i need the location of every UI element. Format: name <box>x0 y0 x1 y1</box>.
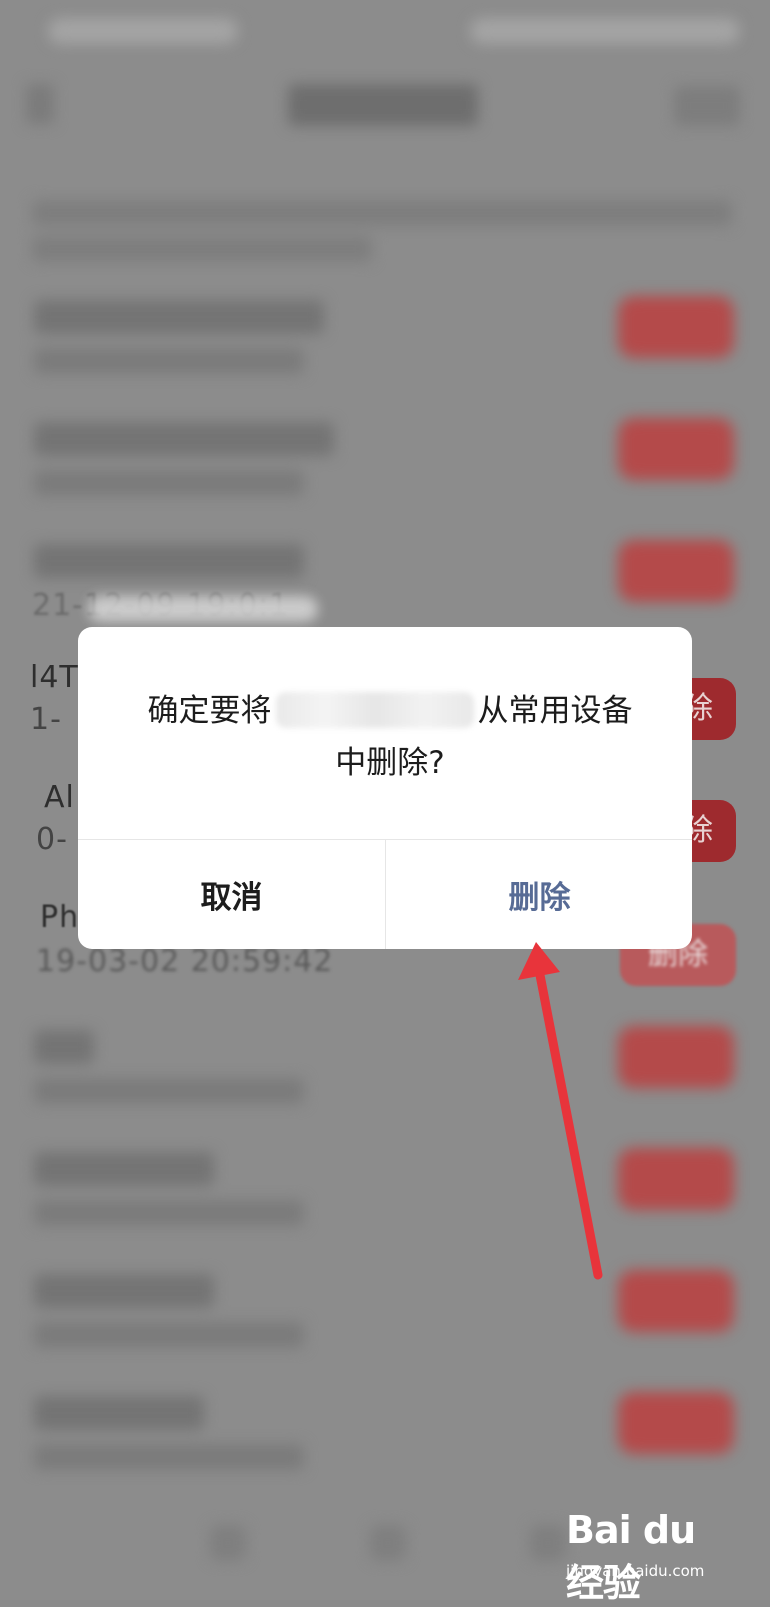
delete-button[interactable] <box>618 418 734 480</box>
dialog-message-suffix: 从常用设备 <box>477 693 633 729</box>
device-row <box>0 1020 770 1140</box>
baidu-jingyan-logo: Bai du 经验 jingyan.baidu.com <box>552 1500 732 1605</box>
page-description <box>32 200 732 226</box>
device-name <box>34 1396 204 1430</box>
device-time: 19-03-02 20:59:42 <box>36 944 334 979</box>
device-name: Al <box>44 780 75 815</box>
delete-button[interactable] <box>618 1392 734 1454</box>
device-name <box>34 1030 94 1064</box>
device-row <box>0 290 770 410</box>
delete-button[interactable] <box>618 1148 734 1210</box>
cancel-button[interactable]: 取消 <box>78 840 385 949</box>
device-name <box>34 544 304 578</box>
delete-button[interactable] <box>618 540 734 602</box>
device-row <box>0 1386 770 1506</box>
device-row <box>0 412 770 532</box>
device-name <box>34 1152 214 1186</box>
device-time: 1- <box>30 702 62 737</box>
device-row <box>0 1142 770 1262</box>
device-time: 0- <box>36 822 68 857</box>
back-icon[interactable] <box>26 84 54 124</box>
redaction-smear <box>88 596 318 622</box>
device-name <box>34 300 324 334</box>
toolbar-icon[interactable] <box>210 1525 246 1561</box>
device-time <box>34 1200 304 1226</box>
status-bar-indicators <box>470 18 740 44</box>
device-name: l4T <box>30 660 79 695</box>
dialog-message-line2: 中删除? <box>335 745 445 781</box>
page-title <box>288 84 478 126</box>
device-time <box>34 1444 304 1470</box>
device-row <box>0 1264 770 1384</box>
delete-button[interactable] <box>618 1270 734 1332</box>
delete-button[interactable] <box>618 296 734 358</box>
status-bar <box>0 0 770 60</box>
watermark-logo-text: Bai du 经验 <box>566 1508 696 1605</box>
watermark-url: jingyan.baidu.com <box>566 1562 705 1580</box>
device-time <box>34 348 304 374</box>
nav-right-action[interactable] <box>674 86 740 126</box>
device-name <box>34 422 334 456</box>
device-time <box>34 470 304 496</box>
confirm-delete-button[interactable]: 删除 <box>386 840 692 949</box>
device-time <box>34 1322 304 1348</box>
redacted-device-name <box>275 692 474 728</box>
page-description-line2 <box>32 236 372 262</box>
dialog-message-prefix: 确定要将 <box>147 693 272 729</box>
delete-button[interactable] <box>618 1026 734 1088</box>
confirm-delete-dialog: 确定要将 从常用设备 中删除? 取消 删除 <box>78 627 692 949</box>
device-name <box>34 1274 214 1308</box>
status-bar-time <box>48 18 238 44</box>
device-time <box>34 1078 304 1104</box>
toolbar-icon[interactable] <box>370 1525 406 1561</box>
dialog-message: 确定要将 从常用设备 中删除? <box>78 627 692 839</box>
